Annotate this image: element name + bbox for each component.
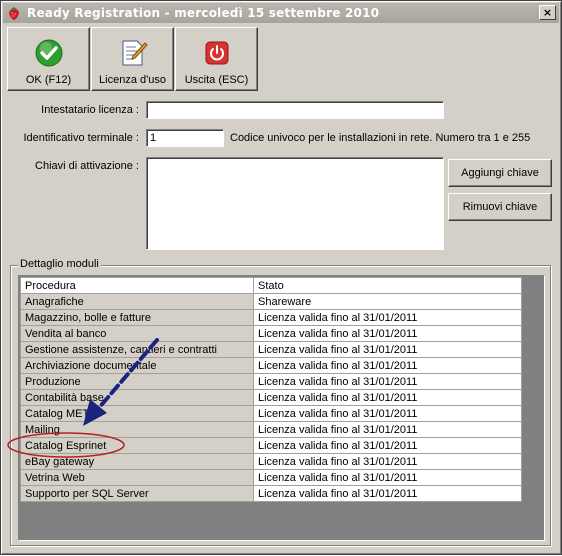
stato-cell[interactable]: Shareware	[253, 293, 522, 310]
modules-group-title: Dettaglio moduli	[18, 258, 101, 270]
procedura-cell[interactable]: Produzione	[20, 373, 254, 390]
table-row[interactable]: Catalog Esprinet Licenza valida fino al 3…	[20, 437, 522, 454]
document-pencil-icon	[122, 40, 148, 66]
title-bar: Ready Registration - mercoledì 15 settem…	[3, 3, 559, 23]
check-icon	[35, 39, 62, 67]
remove-key-button[interactable]: Rimuovi chiave	[448, 193, 552, 221]
stato-cell[interactable]: Licenza valida fino al 31/01/2011	[253, 341, 522, 358]
holder-field[interactable]	[146, 101, 444, 119]
table-row[interactable]: Mailing Licenza valida fino al 31/01/2011	[20, 421, 522, 438]
add-key-button[interactable]: Aggiungi chiave	[448, 159, 552, 187]
close-icon: ×	[542, 6, 553, 19]
table-row[interactable]: Gestione assistenze, cantieri e contratt…	[20, 341, 522, 358]
procedura-cell[interactable]: Supporto per SQL Server	[20, 485, 254, 502]
table-row[interactable]: Catalog MET Licenza valida fino al 31/01/…	[20, 405, 522, 422]
stato-cell[interactable]: Licenza valida fino al 31/01/2011	[253, 373, 522, 390]
stato-cell[interactable]: Licenza valida fino al 31/01/2011	[253, 485, 522, 502]
table-row[interactable]: Magazzino, bolle e fatture Licenza valida…	[20, 309, 522, 326]
modules-table: Procedura Stato Anagrafiche Shareware Maga…	[20, 277, 522, 502]
procedura-cell[interactable]: eBay gateway	[20, 453, 254, 470]
holder-label: Intestatario licenza :	[41, 104, 139, 116]
terminal-field[interactable]: 1	[146, 129, 224, 147]
column-header-stato[interactable]: Stato	[253, 277, 522, 294]
procedura-cell[interactable]: Archiviazione documentale	[20, 357, 254, 374]
stato-cell[interactable]: Licenza valida fino al 31/01/2011	[253, 357, 522, 374]
license-button[interactable]: Licenza d'uso	[91, 27, 174, 91]
strawberry-icon	[9, 7, 19, 20]
exit-button-label: Uscita (ESC)	[184, 74, 249, 86]
table-row[interactable]: Vetrina Web Licenza valida fino al 31/01/…	[20, 469, 522, 486]
window-title: Ready Registration - mercoledì 15 settem…	[27, 6, 380, 20]
procedura-cell[interactable]: Catalog MET	[20, 405, 254, 422]
table-row[interactable]: Archiviazione documentale Licenza valida …	[20, 357, 522, 374]
procedura-cell[interactable]: Vetrina Web	[20, 469, 254, 486]
toolbar: OK (F12) Licenza d'uso Uscita (ESC)	[7, 27, 259, 91]
column-header-procedura[interactable]: Procedura	[20, 277, 254, 294]
stato-cell[interactable]: Licenza valida fino al 31/01/2011	[253, 405, 522, 422]
table-row[interactable]: Supporto per SQL Server Licenza valida fi…	[20, 485, 522, 502]
license-button-label: Licenza d'uso	[99, 74, 166, 86]
stato-cell[interactable]: Licenza valida fino al 31/01/2011	[253, 325, 522, 342]
terminal-label: Identificativo terminale :	[23, 132, 139, 144]
procedura-cell[interactable]: Contabilità base	[20, 389, 254, 406]
table-row[interactable]: Vendita al banco Licenza valida fino al 3…	[20, 325, 522, 342]
close-button[interactable]: ×	[539, 5, 556, 20]
procedura-cell[interactable]: Anagrafiche	[20, 293, 254, 310]
activation-keys-field[interactable]	[146, 157, 444, 250]
table-row[interactable]: Anagrafiche Shareware	[20, 293, 522, 310]
stato-cell[interactable]: Licenza valida fino al 31/01/2011	[253, 421, 522, 438]
terminal-hint: Codice univoco per le installazioni in r…	[230, 132, 531, 144]
stato-cell[interactable]: Licenza valida fino al 31/01/2011	[253, 437, 522, 454]
table-header-row: Procedura Stato	[20, 277, 522, 294]
ok-button-label: OK (F12)	[25, 74, 72, 86]
table-row[interactable]: Contabilità base Licenza valida fino al 3…	[20, 389, 522, 406]
table-row[interactable]: eBay gateway Licenza valida fino al 31/01…	[20, 453, 522, 470]
registration-window: Ready Registration - mercoledì 15 settem…	[0, 0, 562, 555]
stato-cell[interactable]: Licenza valida fino al 31/01/2011	[253, 389, 522, 406]
procedura-cell[interactable]: Mailing	[20, 421, 254, 438]
table-row[interactable]: Produzione Licenza valida fino al 31/01/2…	[20, 373, 522, 390]
power-icon	[205, 41, 228, 65]
ok-button[interactable]: OK (F12)	[7, 27, 90, 91]
procedura-cell[interactable]: Magazzino, bolle e fatture	[20, 309, 254, 326]
stato-cell[interactable]: Licenza valida fino al 31/01/2011	[253, 309, 522, 326]
keys-label: Chiavi di attivazione :	[35, 160, 139, 172]
procedura-cell[interactable]: Vendita al banco	[20, 325, 254, 342]
procedura-cell[interactable]: Catalog Esprinet	[20, 437, 254, 454]
stato-cell[interactable]: Licenza valida fino al 31/01/2011	[253, 469, 522, 486]
procedura-cell[interactable]: Gestione assistenze, cantieri e contratt…	[20, 341, 254, 358]
exit-button[interactable]: Uscita (ESC)	[175, 27, 258, 91]
stato-cell[interactable]: Licenza valida fino al 31/01/2011	[253, 453, 522, 470]
